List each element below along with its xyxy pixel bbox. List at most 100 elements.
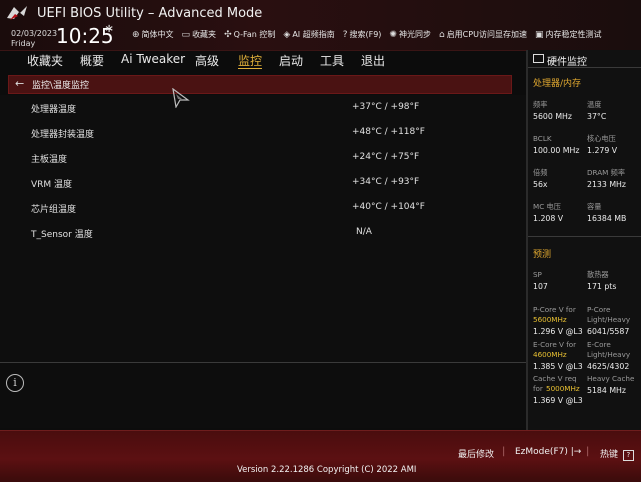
date-text: 02/03/2023 [11, 29, 58, 38]
bookmark-icon: ▭ [181, 29, 191, 40]
help-panel [0, 363, 526, 428]
bclk-label: BCLK [533, 134, 552, 143]
tab-favorites[interactable]: 收藏夹 [27, 52, 63, 69]
search-button[interactable]: ? 搜索(F9) [343, 29, 382, 40]
footer-divider: | [502, 446, 506, 457]
language-button[interactable]: ⊕ 简体中文 [132, 29, 174, 40]
ecore-lh-label1: E-Core [587, 340, 611, 349]
tab-monitor[interactable]: 监控 [238, 52, 262, 69]
ecore-freq: 4600MHz [533, 350, 567, 359]
heavy-cache-label: Heavy Cache [587, 374, 635, 383]
myfavorites-label: 收藏夹 [192, 30, 217, 39]
help-icon: ? [342, 29, 348, 40]
memory-icon: ▣ [534, 29, 544, 40]
ai-icon: ◈ [283, 29, 291, 40]
ratio-value: 56x [533, 180, 548, 189]
chipset-temp-value: +40°C / +104°F [352, 202, 425, 212]
tsensor-temp-label: T_Sensor 温度 [31, 230, 93, 240]
cpu-temp-label: 处理器温度 [31, 105, 77, 115]
tsensor-temp-value: N/A [356, 227, 372, 237]
qfan-label: Q-Fan 控制 [233, 30, 276, 39]
mouse-cursor-icon [172, 88, 190, 108]
freq-label: 频率 [533, 100, 548, 109]
mc-voltage-value: 1.208 V [533, 214, 564, 223]
day-text: Friday [11, 39, 36, 48]
cache-freq: 5000MHz [546, 384, 580, 393]
tab-main[interactable]: 概要 [80, 52, 104, 69]
pcore-lh-label2: Light/Heavy [587, 315, 631, 324]
rog-logo [7, 6, 27, 20]
capacity-label: 容量 [587, 202, 602, 211]
motherboard-temp-label: 主板温度 [31, 155, 68, 165]
cache-v-label: Cache V req [533, 374, 577, 383]
pcore-v-label: P-Core V for [533, 305, 576, 314]
memtest-label: 内存稳定性测试 [545, 30, 602, 39]
resize-bar-label: 启用CPU访问显存加速 [446, 30, 527, 39]
tab-boot[interactable]: 启动 [279, 52, 303, 69]
light-icon: ✺ [389, 29, 397, 40]
freq-value: 5600 MHz [533, 112, 573, 121]
cpu-temp-value: +37°C / +98°F [352, 102, 420, 112]
hotkey-help-icon: ? [622, 450, 634, 461]
tab-ai-tweaker[interactable]: Ai Tweaker [121, 52, 185, 66]
sp-label: SP [533, 270, 542, 279]
back-arrow-icon[interactable]: ← [15, 77, 24, 90]
cooler-value: 171 pts [587, 282, 617, 291]
cpu-icon: ⌂ [438, 29, 445, 40]
chipset-temp-label: 芯片组温度 [31, 205, 77, 215]
footer-divider: | [586, 446, 590, 457]
ai-oc-guide-button[interactable]: ◈ AI 超频指南 [283, 29, 334, 40]
ezmode-button[interactable]: EzMode(F7) |→ [515, 447, 581, 457]
breadcrumb: 监控\温度监控 [32, 81, 90, 91]
version-text: Version 2.22.1286 Copyright (C) 2022 AMI [237, 465, 417, 475]
dram-freq-label: DRAM 频率 [587, 168, 626, 177]
ecore-v-label: E-Core V for [533, 340, 577, 349]
mc-voltage-label: MC 电压 [533, 202, 561, 211]
tab-tool[interactable]: 工具 [320, 52, 344, 69]
monitor-icon [533, 54, 544, 63]
temp-value: 37°C [587, 112, 607, 121]
bios-title: UEFI BIOS Utility – Advanced Mode [37, 6, 263, 21]
ecore-v-value: 1.385 V @L3 [533, 362, 583, 371]
sp-value: 107 [533, 282, 548, 291]
cpu-package-temp-value: +48°C / +118°F [352, 127, 425, 137]
tab-exit[interactable]: 退出 [361, 52, 385, 69]
dram-freq-value: 2133 MHz [587, 180, 627, 189]
fan-icon: ✣ [224, 29, 232, 40]
search-label: 搜索(F9) [349, 30, 382, 39]
cache-v-for-label: for [533, 384, 543, 393]
main-nav [0, 50, 526, 70]
hardware-monitor-title: 硬件监控 [547, 57, 587, 68]
qfan-button[interactable]: ✣ Q-Fan 控制 [224, 29, 275, 40]
info-icon: i [6, 374, 24, 392]
hotkeys-label: 热键 [600, 450, 619, 460]
resize-bar-button[interactable]: ⌂ 启用CPU访问显存加速 [439, 29, 527, 40]
ecore-lh-label2: Light/Heavy [587, 350, 631, 359]
sidebar-divider [528, 67, 641, 68]
ezmode-label: EzMode(F7) [515, 447, 568, 457]
last-modified-button[interactable]: 最后修改 [458, 447, 494, 460]
hotkeys-button[interactable]: 热键 ? [600, 447, 634, 461]
vrm-temp-value: +34°C / +93°F [352, 177, 420, 187]
memtest-button[interactable]: ▣ 内存稳定性测试 [535, 29, 602, 40]
pcore-lh-label1: P-Core [587, 305, 611, 314]
sidebar-divider [528, 236, 641, 237]
capacity-value: 16384 MB [587, 214, 627, 223]
vcore-value: 1.279 V [587, 146, 618, 155]
vcore-label: 核心电压 [587, 134, 616, 143]
toolbar: ⊕ 简体中文 ▭ 收藏夹 ✣ Q-Fan 控制 ◈ AI 超频指南 ? 搜索(F… [132, 29, 601, 40]
prediction-section-title: 预测 [533, 250, 552, 260]
ai-oc-guide-label: AI 超频指南 [292, 30, 335, 39]
aura-sync-button[interactable]: ✺ 神光同步 [389, 29, 431, 40]
pcore-v-value: 1.296 V @L3 [533, 327, 583, 336]
pcore-freq: 5600MHz [533, 315, 567, 324]
temp-label: 温度 [587, 100, 602, 109]
vrm-temp-label: VRM 温度 [31, 180, 73, 190]
myfavorites-button[interactable]: ▭ 收藏夹 [182, 29, 217, 40]
exit-arrow-icon: |→ [570, 447, 582, 457]
heavy-cache-value: 5184 MHz [587, 386, 627, 395]
cache-v-value: 1.369 V @L3 [533, 396, 583, 405]
gear-icon[interactable]: ✲ [105, 24, 113, 35]
tab-advanced[interactable]: 高级 [195, 52, 219, 69]
active-tab-indicator [238, 68, 262, 69]
